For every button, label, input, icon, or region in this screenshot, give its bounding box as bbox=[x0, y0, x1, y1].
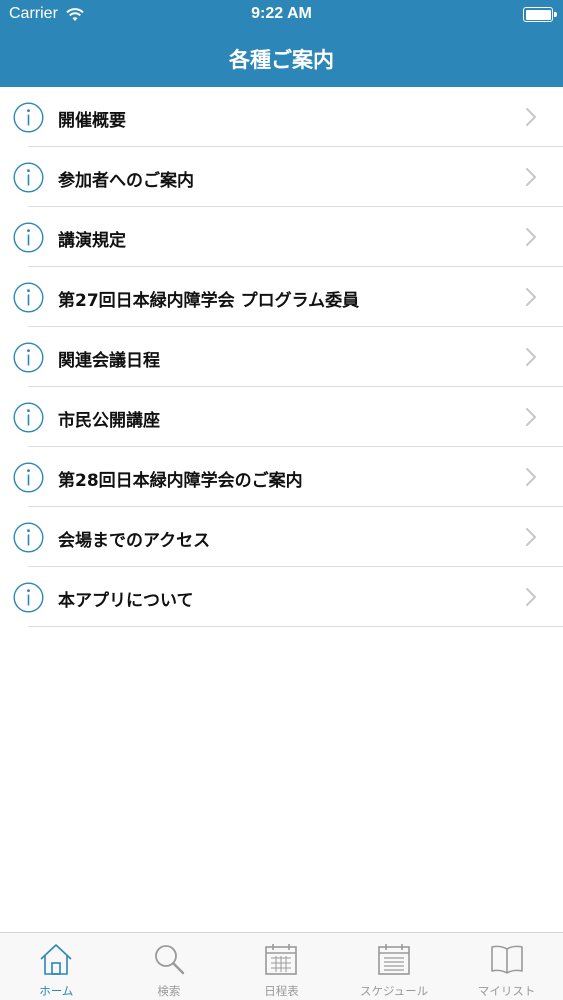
menu-item[interactable]: 第28回日本緑内障学会のご案内 bbox=[0, 447, 563, 507]
chevron-right-icon bbox=[525, 107, 537, 127]
chevron-right-icon bbox=[525, 467, 537, 487]
page-title: 各種ご案内 bbox=[229, 48, 334, 72]
menu-item[interactable]: 市民公開講座 bbox=[0, 387, 563, 447]
menu-item-label: 関連会議日程 bbox=[58, 351, 160, 371]
menu-item-label: 第28回日本緑内障学会のご案内 bbox=[58, 471, 303, 491]
tab-bar: ホーム 検索 日程表 スケジュール マイリスト bbox=[0, 932, 563, 1000]
menu-item-label: 講演規定 bbox=[58, 231, 126, 251]
chevron-right-icon bbox=[525, 167, 537, 187]
info-icon bbox=[13, 462, 44, 493]
menu-item[interactable]: 第27回日本緑内障学会 プログラム委員 bbox=[0, 267, 563, 327]
menu-item[interactable]: 本アプリについて bbox=[0, 567, 563, 627]
tab-item[interactable]: マイリスト bbox=[450, 933, 563, 1000]
tab-label: スケジュール bbox=[359, 984, 429, 998]
tab-item[interactable]: スケジュール bbox=[338, 933, 451, 1000]
menu-item-label: 参加者へのご案内 bbox=[58, 171, 194, 191]
menu-item[interactable]: 開催概要 bbox=[0, 87, 563, 147]
chevron-right-icon bbox=[525, 287, 537, 307]
tab-label: 日程表 bbox=[264, 984, 299, 998]
chevron-right-icon bbox=[525, 347, 537, 367]
status-bar: Carrier 9:22 AM bbox=[0, 0, 563, 30]
chevron-right-icon bbox=[525, 227, 537, 247]
menu-item[interactable]: 講演規定 bbox=[0, 207, 563, 267]
navigation-header: Carrier 9:22 AM 各種ご案内 bbox=[0, 0, 563, 87]
menu-item-label: 市民公開講座 bbox=[58, 411, 160, 431]
tab-item[interactable]: 日程表 bbox=[225, 933, 338, 1000]
info-icon bbox=[13, 342, 44, 373]
info-icon bbox=[13, 222, 44, 253]
tab-label: 検索 bbox=[157, 984, 181, 998]
menu-list: 開催概要参加者へのご案内 講演規定第27回日本緑内障学会 プログラム委員 関連会議日… bbox=[0, 87, 563, 627]
info-icon bbox=[13, 522, 44, 553]
info-icon bbox=[13, 582, 44, 613]
chevron-right-icon bbox=[525, 527, 537, 547]
menu-item-label: 第27回日本緑内障学会 プログラム委員 bbox=[58, 291, 360, 311]
status-time: 9:22 AM bbox=[251, 5, 312, 22]
info-icon bbox=[13, 162, 44, 193]
book-icon bbox=[489, 942, 525, 980]
menu-item[interactable]: 関連会議日程 bbox=[0, 327, 563, 387]
info-icon bbox=[13, 402, 44, 433]
menu-item-label: 本アプリについて bbox=[58, 591, 194, 611]
tab-item[interactable]: 検索 bbox=[113, 933, 226, 1000]
chevron-right-icon bbox=[525, 407, 537, 427]
menu-item-label: 開催概要 bbox=[58, 111, 126, 131]
menu-item[interactable]: 参加者へのご案内 bbox=[0, 147, 563, 207]
schedule-icon bbox=[376, 942, 412, 980]
tab-label: ホーム bbox=[39, 984, 74, 998]
home-icon bbox=[38, 942, 74, 980]
info-icon bbox=[13, 282, 44, 313]
info-icon bbox=[13, 102, 44, 133]
chevron-right-icon bbox=[525, 587, 537, 607]
menu-item-label: 会場までのアクセス bbox=[58, 531, 211, 551]
calendar-icon bbox=[263, 942, 299, 980]
search-icon bbox=[151, 942, 187, 980]
menu-item[interactable]: 会場までのアクセス bbox=[0, 507, 563, 567]
tab-label: マイリスト bbox=[477, 984, 536, 998]
battery-icon bbox=[523, 7, 557, 22]
tab-item[interactable]: ホーム bbox=[0, 933, 113, 1000]
